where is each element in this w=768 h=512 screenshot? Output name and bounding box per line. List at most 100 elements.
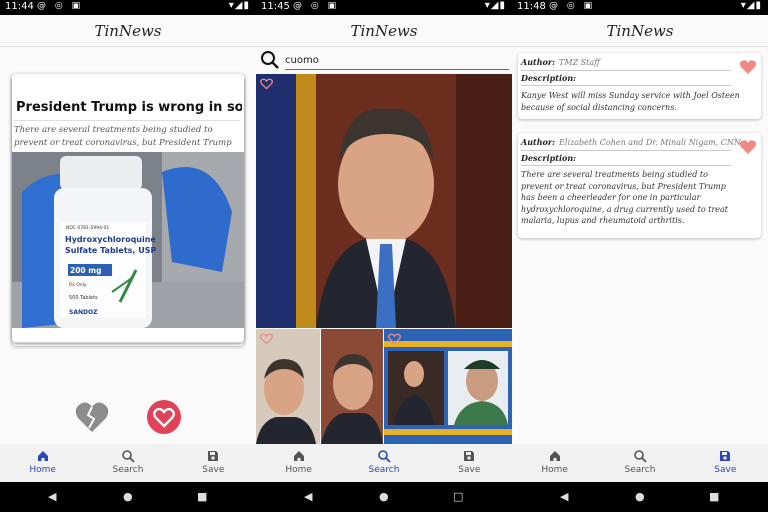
home-system-icon[interactable]: ● — [379, 490, 389, 503]
notification-icons: @ ◎ ▣ — [37, 1, 84, 11]
divider — [521, 70, 731, 71]
heart-icon — [153, 407, 175, 428]
nav-save-label: Save — [202, 465, 225, 475]
heart-filled-icon[interactable] — [739, 139, 757, 155]
search-icon — [85, 449, 170, 465]
system-nav-bar: ◀ ● □ — [256, 482, 512, 512]
nav-home-label: Home — [285, 465, 312, 475]
home-screen: 11:44 @ ◎ ▣ ▾◢▮ TinNews President Trump … — [0, 0, 256, 512]
description-text: Kanye West will miss Sunday service with… — [521, 91, 740, 112]
bottle-code: NDC 0781-5994-01 — [66, 225, 109, 231]
home-icon — [256, 449, 341, 465]
nav-home[interactable]: Home — [512, 444, 597, 482]
bottle-brand: SANDOZ — [69, 309, 98, 316]
system-status-icons: ▾◢▮ — [740, 0, 762, 11]
heart-outline-icon[interactable] — [260, 78, 273, 90]
home-system-icon[interactable]: ● — [123, 490, 133, 503]
news-tile[interactable] — [256, 74, 512, 328]
system-nav-bar: ◀ ● ■ — [0, 482, 256, 512]
description-label: Description: — [521, 153, 577, 163]
card-description: There are several treatments being studi… — [14, 125, 232, 148]
app-bar: TinNews — [0, 15, 256, 47]
search-icon[interactable] — [260, 50, 280, 70]
recents-icon[interactable]: ■ — [709, 490, 719, 503]
status-time: 11:48 — [517, 1, 546, 12]
bottle-drug-line2: Sulfate Tablets, USP — [65, 246, 157, 255]
bottom-nav: Home Search Save — [256, 444, 512, 482]
card-divider — [14, 120, 240, 121]
nav-save[interactable]: Save — [171, 444, 256, 482]
card-title: President Trump is wrong in so man... — [16, 100, 242, 115]
nav-search[interactable]: Search — [341, 444, 426, 482]
description-label: Description: — [521, 73, 577, 83]
system-nav-bar: ◀ ● ■ — [512, 482, 768, 512]
pill-bottle-photo: NDC 0781-5994-01 Hydroxychloroquine Sulf… — [12, 152, 244, 328]
app-bar: TinNews — [256, 15, 512, 47]
author-label: Author: — [521, 57, 556, 67]
like-button[interactable] — [147, 400, 181, 434]
back-icon[interactable]: ◀ — [48, 490, 56, 503]
nav-search-label: Search — [368, 465, 400, 475]
system-status-icons: ▾◢▮ — [228, 0, 250, 11]
save-icon — [683, 449, 768, 465]
back-icon[interactable]: ◀ — [560, 490, 568, 503]
search-screen: 11:45 @ ◎ ▣ ▾◢▮ TinNews cuomo Home Searc… — [256, 0, 512, 512]
status-bar: 11:48 @ ◎ ▣ ▾◢▮ — [512, 0, 768, 15]
nav-home[interactable]: Home — [256, 444, 341, 482]
home-icon — [512, 449, 597, 465]
bottle-dose: 200 mg — [70, 266, 101, 275]
nav-search-label: Search — [112, 465, 144, 475]
news-tile[interactable] — [321, 329, 383, 444]
status-time: 11:45 — [261, 1, 290, 12]
notification-icons: @ ◎ ▣ — [549, 1, 596, 11]
divider — [521, 85, 731, 86]
nav-search-label: Search — [624, 465, 656, 475]
search-input[interactable] — [285, 52, 509, 70]
dislike-button[interactable] — [74, 400, 110, 434]
system-status-icons: ▾◢▮ — [484, 0, 506, 11]
heart-filled-icon[interactable] — [739, 59, 757, 75]
notification-icons: @ ◎ ▣ — [293, 1, 340, 11]
nav-save[interactable]: Save — [427, 444, 512, 482]
bottle-drug-line1: Hydroxychloroquine — [65, 235, 156, 244]
search-icon — [597, 449, 682, 465]
search-bar — [256, 47, 512, 74]
heart-outline-icon[interactable] — [388, 333, 401, 345]
author-value: Elizabeth Cohen and Dr. Minali Nigam, CN… — [559, 138, 741, 147]
bottom-nav: Home Search Save — [512, 444, 768, 482]
author-label: Author: — [521, 137, 556, 147]
home-system-icon[interactable]: ● — [635, 490, 645, 503]
recents-icon[interactable]: ■ — [197, 490, 207, 503]
bottle-rx: Rx Only — [69, 282, 87, 288]
nav-home[interactable]: Home — [0, 444, 85, 482]
news-tile[interactable] — [384, 329, 512, 444]
app-title: TinNews — [606, 22, 674, 40]
author-value: TMZ Staff — [559, 58, 600, 67]
search-icon — [341, 449, 426, 465]
saved-news-card[interactable]: Author: TMZ Staff Description: Kanye West… — [518, 53, 761, 119]
back-icon[interactable]: ◀ — [304, 490, 312, 503]
app-title: TinNews — [350, 22, 418, 40]
nav-save[interactable]: Save — [683, 444, 768, 482]
nav-save-label: Save — [458, 465, 481, 475]
divider — [521, 165, 731, 166]
status-bar: 11:44 @ ◎ ▣ ▾◢▮ — [0, 0, 256, 15]
home-icon — [0, 449, 85, 465]
tile-photo — [256, 329, 320, 444]
nav-search[interactable]: Search — [597, 444, 682, 482]
recents-icon[interactable]: □ — [453, 490, 463, 503]
broken-heart-icon — [75, 402, 109, 432]
description-text: There are several treatments being studi… — [521, 170, 728, 225]
save-icon — [427, 449, 512, 465]
bottle-count: 500 Tablets — [69, 295, 98, 301]
news-tile[interactable] — [256, 329, 320, 444]
save-icon — [171, 449, 256, 465]
app-title: TinNews — [94, 22, 162, 40]
nav-save-label: Save — [714, 465, 737, 475]
news-card[interactable]: President Trump is wrong in so man... Th… — [12, 74, 244, 342]
app-bar: TinNews — [512, 15, 768, 47]
saved-news-card[interactable]: Author: Elizabeth Cohen and Dr. Minali Ni… — [518, 133, 761, 238]
save-screen: 11:48 @ ◎ ▣ ▾◢▮ TinNews Author: TMZ Staff… — [512, 0, 768, 512]
heart-outline-icon[interactable] — [260, 333, 273, 345]
nav-search[interactable]: Search — [85, 444, 170, 482]
